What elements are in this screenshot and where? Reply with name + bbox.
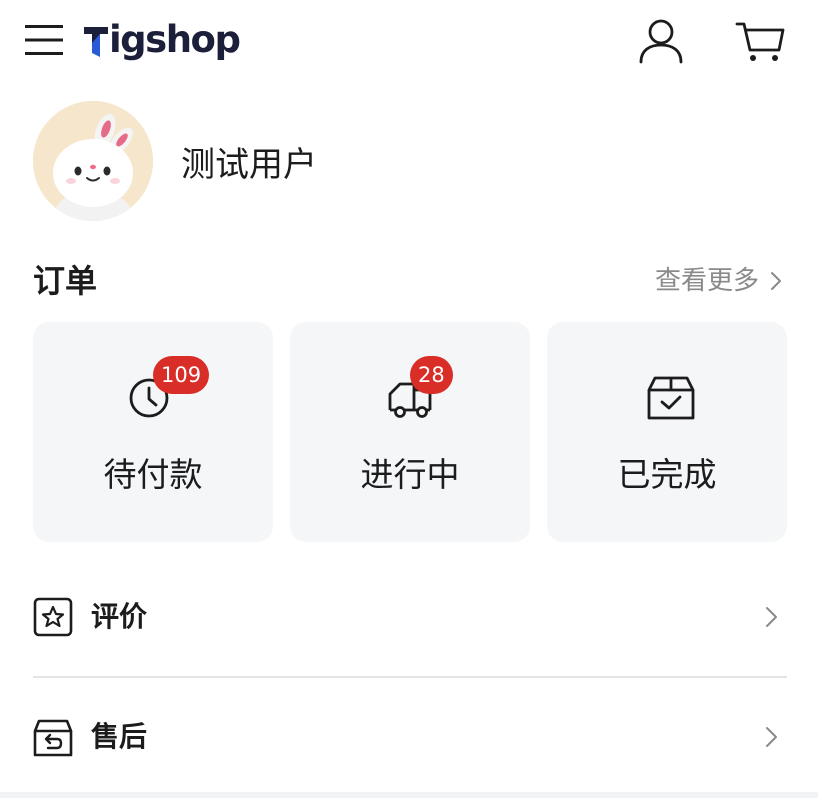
- profile-section[interactable]: 测试用户: [33, 101, 317, 221]
- divider: [33, 676, 787, 678]
- order-card-label: 待付款: [103, 455, 203, 494]
- menu-item-after-sales[interactable]: 售后: [33, 693, 787, 781]
- top-bar: igshop: [0, 0, 818, 82]
- box-check-icon: [647, 376, 695, 420]
- in-progress-badge: 28: [410, 356, 453, 394]
- bunny-avatar-icon: [33, 101, 153, 221]
- tigshop-logo[interactable]: igshop: [84, 18, 241, 62]
- bottom-separator: [0, 792, 818, 798]
- avatar[interactable]: [33, 101, 153, 221]
- order-card-completed[interactable]: 已完成: [547, 322, 787, 542]
- user-icon[interactable]: [638, 18, 684, 64]
- username: 测试用户: [181, 144, 317, 185]
- order-status-cards: 109 待付款 28 进行中 已完成: [33, 322, 787, 542]
- order-card-pending-payment[interactable]: 109 待付款: [33, 322, 273, 542]
- pending-payment-badge: 109: [153, 356, 210, 394]
- order-card-label: 进行中: [360, 455, 460, 494]
- star-square-icon: [33, 597, 73, 637]
- orders-title: 订单: [33, 262, 98, 300]
- orders-header: 订单 查看更多: [33, 256, 787, 306]
- logo-mark-icon: [84, 27, 108, 57]
- cart-icon[interactable]: [735, 18, 785, 64]
- menu-item-reviews[interactable]: 评价: [33, 573, 787, 661]
- order-card-label: 已完成: [617, 455, 717, 494]
- chevron-right-icon: [766, 727, 777, 747]
- view-more-label: 查看更多: [654, 266, 759, 296]
- chevron-right-icon: [766, 607, 777, 627]
- menu-item-label: 评价: [91, 600, 148, 633]
- order-card-in-progress[interactable]: 28 进行中: [290, 322, 530, 542]
- chevron-right-icon: [771, 272, 781, 290]
- menu-item-label: 售后: [91, 720, 148, 753]
- return-box-icon: [33, 719, 73, 757]
- menu-icon[interactable]: [24, 22, 64, 58]
- view-more-link[interactable]: 查看更多: [655, 256, 787, 306]
- logo-text: igshop: [109, 18, 241, 61]
